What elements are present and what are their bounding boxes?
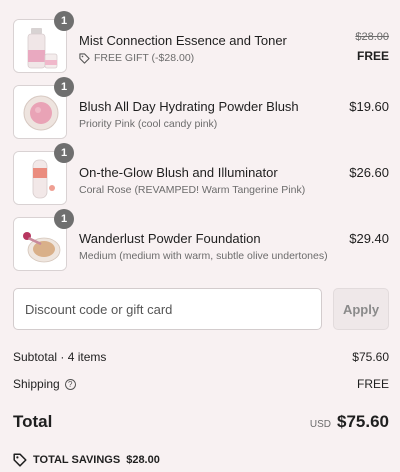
savings-label: TOTAL SAVINGS (33, 454, 121, 466)
product-title: Wanderlust Powder Foundation (79, 231, 261, 246)
line-item: 1 Mist Connection Essence and Toner FREE… (13, 11, 389, 75)
tag-icon (13, 453, 27, 467)
quantity-badge: 1 (54, 11, 74, 31)
discount-code-input[interactable] (13, 288, 322, 330)
original-price: $28.00 (355, 31, 389, 43)
quantity-badge: 1 (54, 77, 74, 97)
product-title: On-the-Glow Blush and Illuminator (79, 165, 278, 180)
discount-row: Apply (13, 288, 389, 330)
shipping-label: Shipping (13, 377, 60, 391)
total-savings: TOTAL SAVINGS $28.00 (13, 453, 160, 467)
quantity-badge: 1 (54, 143, 74, 163)
total-amount: $75.60 (337, 412, 389, 431)
line-item: 1 Blush All Day Hydrating Powder Blush P… (13, 77, 389, 141)
apply-button[interactable]: Apply (333, 288, 389, 330)
product-variant: Priority Pink (cool candy pink) (79, 118, 218, 130)
subtotal-row: Subtotal · 4 items $75.60 (13, 350, 389, 364)
item-price: $26.60 (349, 165, 389, 180)
shipping-value: FREE (356, 377, 389, 391)
item-price: FREE (356, 49, 389, 63)
total-row: Total USD $75.60 (13, 412, 389, 432)
gift-label: FREE GIFT (-$28.00) (94, 52, 195, 64)
total-amount-group: USD $75.60 (310, 412, 389, 432)
subtotal-label: Subtotal · 4 items (13, 350, 107, 364)
currency-code: USD (309, 419, 331, 430)
item-price: $19.60 (349, 99, 389, 114)
shipping-row: Shipping ? FREE (13, 377, 389, 391)
product-title: Mist Connection Essence and Toner (79, 33, 287, 48)
line-item: 1 On-the-Glow Blush and Illuminator Cora… (13, 143, 389, 207)
total-label: Total (13, 412, 53, 431)
savings-value: $28.00 (126, 454, 160, 466)
gift-discount: FREE GIFT (-$28.00) (79, 52, 194, 64)
subtotal-value: $75.60 (352, 350, 389, 364)
tag-icon (79, 52, 90, 64)
shipping-label-group: Shipping ? (13, 377, 76, 391)
help-icon[interactable]: ? (64, 378, 76, 390)
product-variant: Coral Rose (REVAMPED! Warm Tangerine Pin… (79, 184, 306, 196)
quantity-badge: 1 (54, 209, 74, 229)
item-price: $29.40 (349, 231, 389, 246)
product-title: Blush All Day Hydrating Powder Blush (79, 99, 299, 114)
product-variant: Medium (medium with warm, subtle olive u… (79, 250, 328, 262)
line-item: 1 Wanderlust Powder Foundation Medium (m… (13, 209, 389, 273)
